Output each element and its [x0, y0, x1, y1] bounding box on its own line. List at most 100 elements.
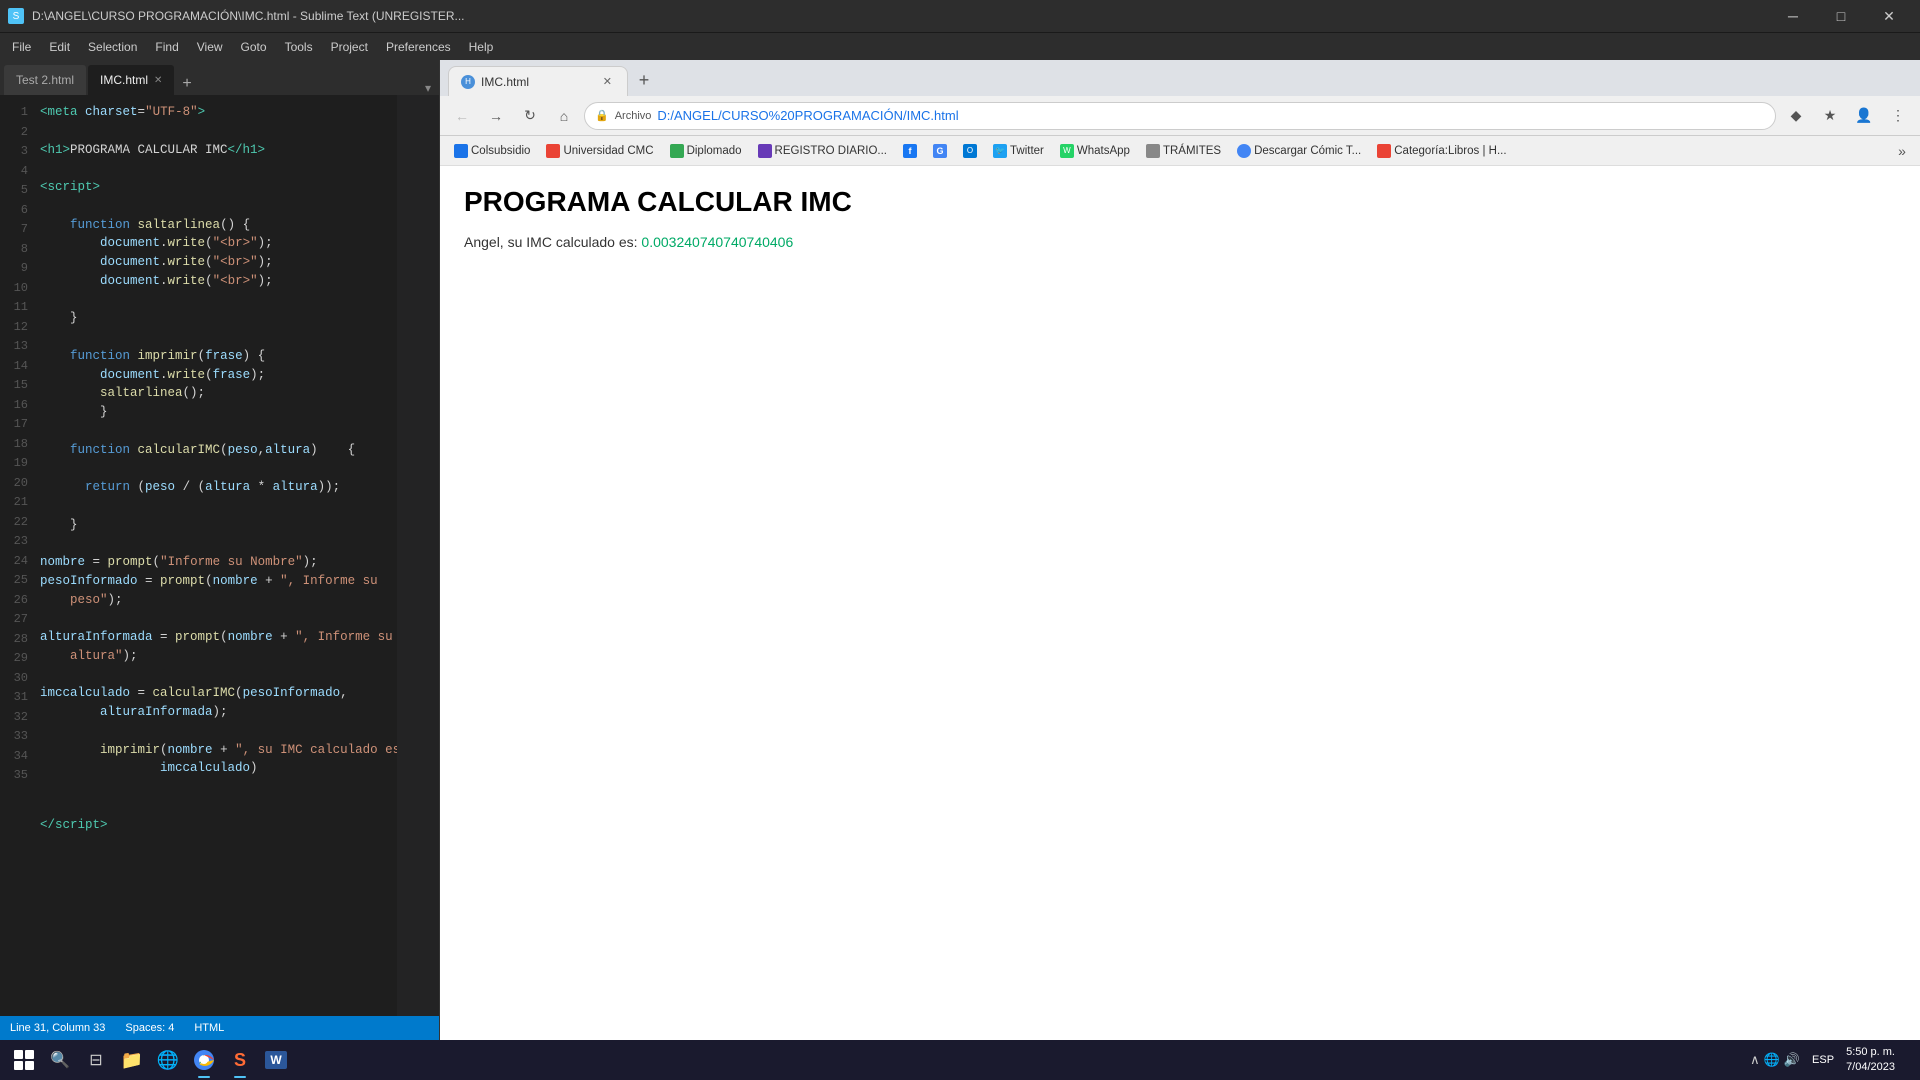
browser-tab-close[interactable]: ✕	[600, 73, 615, 90]
bookmark-outlook[interactable]: O	[957, 141, 983, 161]
clock-date: 7/04/2023	[1846, 1060, 1895, 1075]
search-icon: 🔍	[50, 1050, 70, 1070]
menu-preferences[interactable]: Preferences	[378, 37, 459, 57]
bookmark-twitter[interactable]: 🐦 Twitter	[987, 141, 1050, 161]
browser-tab-label: IMC.html	[481, 75, 594, 89]
taskbar-clock[interactable]: 5:50 p. m. 7/04/2023	[1846, 1045, 1895, 1076]
close-button[interactable]: ✕	[1866, 0, 1912, 32]
forward-button[interactable]: →	[482, 102, 510, 130]
explorer-icon: 📁	[121, 1050, 143, 1071]
home-button[interactable]: ⌂	[550, 102, 578, 130]
bookmark-facebook[interactable]: f	[897, 141, 923, 161]
window-controls: ─ □ ✕	[1770, 0, 1912, 32]
menu-selection[interactable]: Selection	[80, 37, 145, 57]
taskbar-right: ∧ 🌐 🔊 ESP 5:50 p. m. 7/04/2023	[1750, 1045, 1912, 1076]
bookmark-google[interactable]: G	[927, 141, 953, 161]
browser-tab-imc[interactable]: H IMC.html ✕	[448, 66, 628, 96]
imc-value: 0.003240740740740406	[641, 234, 793, 250]
syntax-indicator: HTML	[194, 1022, 224, 1034]
bookmark-universidad-label: Universidad CMC	[563, 145, 653, 157]
imc-text-prefix: Angel, su IMC calculado es:	[464, 234, 641, 250]
bookmark-colsubsidio-label: Colsubsidio	[471, 145, 530, 157]
menu-goto[interactable]: Goto	[233, 37, 275, 57]
editor-tab-imc-close[interactable]: ✕	[154, 75, 162, 86]
editor-tab-imc[interactable]: IMC.html ✕	[88, 65, 174, 95]
bookmark-comic-label: Descargar Cómic T...	[1254, 145, 1361, 157]
taskbar-volume[interactable]: 🔊	[1784, 1052, 1800, 1068]
menu-project[interactable]: Project	[323, 37, 376, 57]
bookmark-whatsapp-icon: W	[1060, 144, 1074, 158]
bookmark-colsubsidio[interactable]: Colsubsidio	[448, 141, 536, 161]
cursor-position: Line 31, Column 33	[10, 1022, 105, 1034]
taskbar-arrow-up[interactable]: ∧	[1750, 1052, 1760, 1068]
bookmark-registro-icon	[758, 144, 772, 158]
profile-button[interactable]: 👤	[1850, 102, 1878, 130]
taskbar-taskview[interactable]: ⊟	[80, 1044, 112, 1076]
taskbar-chrome[interactable]	[188, 1044, 220, 1076]
taskbar: 🔍 ⊟ 📁 🌐 S W ∧ 🌐 🔊 ESP 5:50 p. m.	[0, 1040, 1920, 1080]
bookmark-comic[interactable]: Descargar Cómic T...	[1231, 141, 1367, 161]
editor-tab-test2[interactable]: Test 2.html	[4, 65, 86, 95]
start-button[interactable]	[8, 1044, 40, 1076]
menu-find[interactable]: Find	[147, 37, 186, 57]
bookmark-diplomado[interactable]: Diplomado	[664, 141, 748, 161]
taskbar-search[interactable]: 🔍	[44, 1044, 76, 1076]
menu-view[interactable]: View	[189, 37, 231, 57]
minimize-button[interactable]: ─	[1770, 0, 1816, 32]
browser-panel: H IMC.html ✕ + ← → ↻ ⌂ 🔒 Archivo D:/ANGE…	[440, 60, 1920, 1040]
url-text: D:/ANGEL/CURSO%20PROGRAMACIÓN/IMC.html	[657, 108, 1765, 123]
address-bar[interactable]: 🔒 Archivo D:/ANGEL/CURSO%20PROGRAMACIÓN/…	[584, 102, 1776, 130]
taskbar-edge[interactable]: 🌐	[152, 1044, 184, 1076]
reload-button[interactable]: ↻	[516, 102, 544, 130]
bookmark-twitter-label: Twitter	[1010, 145, 1044, 157]
sublime-icon: S	[234, 1050, 246, 1071]
browser-tab-bar: H IMC.html ✕ +	[440, 60, 1920, 96]
bookmark-universidad[interactable]: Universidad CMC	[540, 141, 659, 161]
line-numbers: 12345 678910 1112131415 1617181920 21222…	[0, 95, 36, 1016]
bookmark-star-button[interactable]: ★	[1816, 102, 1844, 130]
bookmark-universidad-icon	[546, 144, 560, 158]
taskbar-network[interactable]: 🌐	[1764, 1052, 1780, 1068]
bookmark-tramites-icon	[1146, 144, 1160, 158]
bookmark-whatsapp-label: WhatsApp	[1077, 145, 1130, 157]
title-bar-left: S D:\ANGEL\CURSO PROGRAMACIÓN\IMC.html -…	[8, 8, 465, 24]
bookmark-whatsapp[interactable]: W WhatsApp	[1054, 141, 1136, 161]
new-tab-button[interactable]: +	[176, 75, 197, 93]
taskbar-sys-icons: ∧ 🌐 🔊	[1750, 1052, 1800, 1068]
browser-content: PROGRAMA CALCULAR IMC Angel, su IMC calc…	[440, 166, 1920, 1040]
bookmark-libros[interactable]: Categoría:Libros | H...	[1371, 141, 1512, 161]
bookmark-registro[interactable]: REGISTRO DIARIO...	[752, 141, 893, 161]
taskbar-sublime[interactable]: S	[224, 1044, 256, 1076]
menu-bar: File Edit Selection Find View Goto Tools…	[0, 32, 1920, 60]
bookmark-colsubsidio-icon	[454, 144, 468, 158]
title-bar: S D:\ANGEL\CURSO PROGRAMACIÓN\IMC.html -…	[0, 0, 1920, 32]
menu-edit[interactable]: Edit	[41, 37, 78, 57]
window-title: D:\ANGEL\CURSO PROGRAMACIÓN\IMC.html - S…	[32, 9, 465, 23]
code-editor[interactable]: 12345 678910 1112131415 1617181920 21222…	[0, 95, 439, 1016]
taskbar-explorer[interactable]: 📁	[116, 1044, 148, 1076]
bookmarks-more-button[interactable]: »	[1892, 141, 1912, 161]
bookmark-outlook-icon: O	[963, 144, 977, 158]
settings-button[interactable]: ⋮	[1884, 102, 1912, 130]
menu-file[interactable]: File	[4, 37, 39, 57]
editor-tab-bar: Test 2.html IMC.html ✕ + ▾	[0, 60, 439, 95]
back-button[interactable]: ←	[448, 102, 476, 130]
menu-tools[interactable]: Tools	[277, 37, 321, 57]
code-text[interactable]: <meta charset="UTF-8"> <h1>PROGRAMA CALC…	[36, 95, 397, 1016]
tab-dropdown[interactable]: ▾	[425, 81, 431, 95]
taskbar-word[interactable]: W	[260, 1044, 292, 1076]
spaces-indicator: Spaces: 4	[125, 1022, 174, 1034]
bookmark-tramites-label: TRÁMITES	[1163, 145, 1221, 157]
browser-chrome: H IMC.html ✕ + ← → ↻ ⌂ 🔒 Archivo D:/ANGE…	[440, 60, 1920, 166]
extensions-button[interactable]: ◆	[1782, 102, 1810, 130]
page-body: Angel, su IMC calculado es: 0.0032407407…	[464, 234, 1896, 250]
new-browser-tab-button[interactable]: +	[630, 66, 658, 94]
maximize-button[interactable]: □	[1818, 0, 1864, 32]
menu-help[interactable]: Help	[461, 37, 502, 57]
lock-icon: 🔒	[595, 109, 609, 122]
taskview-icon: ⊟	[89, 1050, 102, 1070]
bookmark-libros-icon	[1377, 144, 1391, 158]
language-indicator[interactable]: ESP	[1808, 1052, 1838, 1068]
bookmark-twitter-icon: 🐦	[993, 144, 1007, 158]
bookmark-tramites[interactable]: TRÁMITES	[1140, 141, 1227, 161]
